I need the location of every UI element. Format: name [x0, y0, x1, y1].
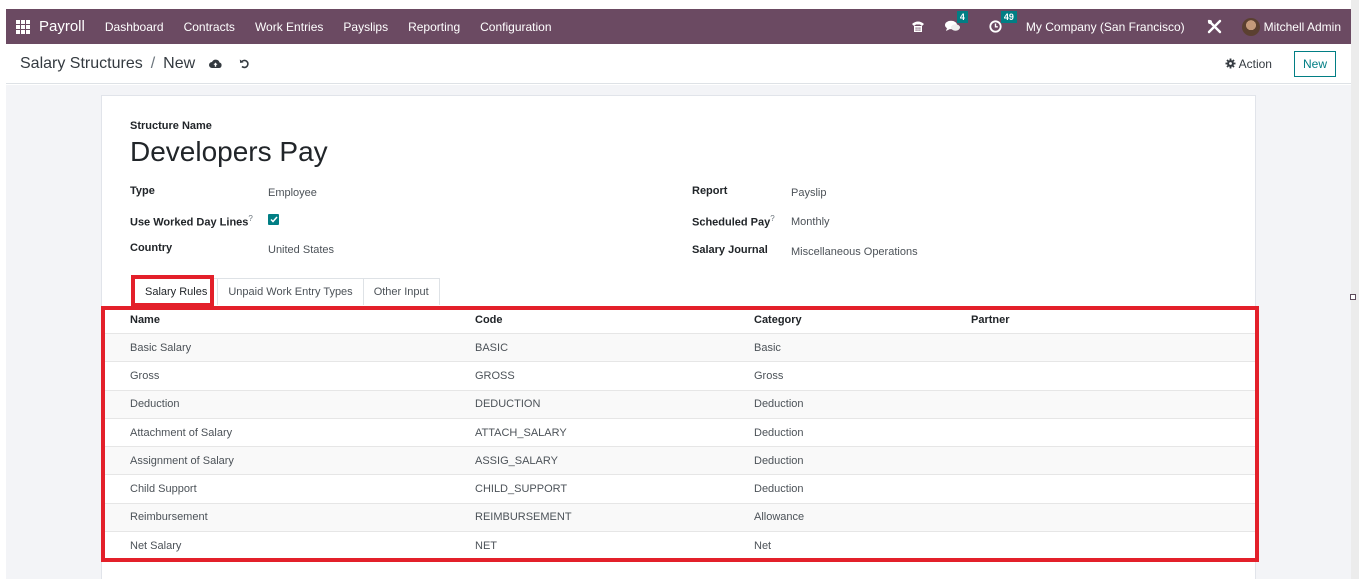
rule-name-cell: Child Support — [130, 483, 197, 496]
app-name[interactable]: Payroll — [39, 18, 85, 35]
table-header: Name Code Category Partner — [102, 306, 1255, 334]
column-header-partner[interactable]: Partner — [971, 314, 1255, 326]
salary-rules-table: Name Code Category Partner Basic Salary B… — [102, 306, 1255, 561]
new-button[interactable]: New — [1293, 50, 1336, 77]
user-menu[interactable]: Mitchell Admin — [1264, 20, 1341, 34]
rule-category-cell: Allowance — [754, 511, 805, 524]
rule-category-cell: Deduction — [754, 398, 804, 411]
rule-category-cell: Deduction — [754, 454, 804, 467]
company-switcher[interactable]: My Company (San Francisco) — [1026, 20, 1185, 34]
tab-unpaid-work-entry-types[interactable]: Unpaid Work Entry Types — [217, 278, 364, 305]
table-row[interactable]: Assignment of Salary ASSIG_SALARY Deductio… — [102, 447, 1255, 476]
structure-name-label: Structure Name — [130, 120, 212, 132]
messages-badge: 4 — [956, 11, 968, 23]
rule-code-cell: CHILD_SUPPORT — [475, 483, 568, 496]
column-header-code[interactable]: Code — [475, 314, 754, 326]
breadcrumb-separator: / — [150, 54, 156, 72]
user-avatar[interactable] — [1241, 17, 1260, 36]
rule-code-cell: NET — [475, 539, 497, 552]
report-label: Report — [692, 185, 728, 197]
chat-icon[interactable]: 4 — [944, 11, 968, 33]
menu-configuration[interactable]: Configuration — [470, 20, 561, 34]
rule-code-cell: REIMBURSEMENT — [475, 511, 572, 524]
rule-code-cell: DEDUCTION — [475, 398, 541, 411]
table-row[interactable]: Basic Salary BASIC Basic — [102, 334, 1255, 363]
country-field[interactable]: United States — [268, 244, 334, 256]
menu-work-entries[interactable]: Work Entries — [245, 20, 333, 34]
type-label: Type — [130, 185, 155, 197]
rule-category-cell: Net — [754, 539, 772, 552]
action-label: Action — [1238, 56, 1272, 71]
rule-name-cell: Assignment of Salary — [130, 454, 234, 467]
clock-activity-icon[interactable]: 49 — [989, 11, 1017, 33]
apps-menu-icon[interactable] — [16, 19, 30, 34]
report-field[interactable]: Payslip — [791, 187, 826, 199]
rule-category-cell: Deduction — [754, 483, 804, 496]
help-tooltip-icon[interactable]: ? — [770, 214, 774, 223]
notebook-tabs: Salary Rules Unpaid Work Entry Types Oth… — [134, 278, 440, 305]
rule-category-cell: Gross — [754, 369, 784, 382]
rule-code-cell: ATTACH_SALARY — [475, 426, 567, 439]
table-row[interactable]: Reimbursement REIMBURSEMENT Allowance — [102, 503, 1255, 533]
use-worked-day-lines-label: Use Worked Day Lines? — [130, 214, 253, 229]
rule-code-cell: ASSIG_SALARY — [475, 454, 558, 467]
salary-journal-field[interactable]: Miscellaneous Operations — [791, 246, 918, 258]
column-header-category[interactable]: Category — [754, 314, 971, 326]
breadcrumb-parent[interactable]: Salary Structures — [20, 55, 143, 73]
scheduled-pay-label: Scheduled Pay? — [692, 214, 775, 229]
activities-badge: 49 — [1000, 11, 1017, 23]
menu-contracts[interactable]: Contracts — [174, 20, 245, 34]
use-worked-day-lines-text: Use Worked Day Lines — [130, 216, 249, 229]
rule-name-cell: Attachment of Salary — [130, 426, 233, 439]
save-cloud-icon[interactable] — [209, 58, 222, 69]
page-scrollbar[interactable] — [1351, 0, 1359, 579]
form-view-background: Structure Name Developers Pay Type Emplo… — [6, 85, 1351, 579]
table-row[interactable]: Child Support CHILD_SUPPORT Deduction — [102, 475, 1255, 504]
check-icon — [269, 216, 278, 223]
rule-name-cell: Reimbursement — [130, 511, 208, 524]
breadcrumb: Salary Structures / New — [20, 55, 195, 73]
rule-code-cell: GROSS — [475, 369, 515, 382]
discard-undo-icon[interactable] — [239, 58, 250, 69]
scheduled-pay-text: Scheduled Pay — [692, 216, 771, 229]
menu-reporting[interactable]: Reporting — [398, 20, 470, 34]
menu-payslips[interactable]: Payslips — [333, 20, 398, 34]
tab-other-input[interactable]: Other Input — [362, 278, 440, 305]
structure-name-input[interactable]: Developers Pay — [130, 136, 328, 168]
tools-icon[interactable] — [1207, 19, 1222, 34]
action-button[interactable]: Action — [1225, 57, 1272, 71]
country-label: Country — [130, 242, 173, 254]
rule-name-cell: Net Salary — [130, 539, 182, 552]
control-panel: Salary Structures / New Action New — [6, 44, 1351, 84]
table-row[interactable]: Attachment of Salary ATTACH_SALARY Deducti… — [102, 419, 1255, 448]
rule-name-cell: Gross — [130, 369, 160, 382]
rule-name-cell: Deduction — [130, 398, 180, 411]
table-row[interactable]: Gross GROSS Gross — [102, 362, 1255, 391]
resize-handle — [1350, 294, 1356, 300]
help-tooltip-icon[interactable]: ? — [248, 214, 252, 223]
column-header-name[interactable]: Name — [102, 314, 475, 326]
breadcrumb-current: New — [163, 54, 196, 72]
table-row[interactable]: Deduction DEDUCTION Deduction — [102, 390, 1255, 419]
use-worked-day-lines-checkbox[interactable] — [268, 214, 279, 225]
main-navbar: Payroll Dashboard Contracts Work Entries… — [6, 9, 1351, 44]
rule-category-cell: Deduction — [754, 426, 804, 439]
phone-icon[interactable] — [911, 20, 925, 33]
rule-category-cell: Basic — [754, 341, 781, 354]
menu-dashboard[interactable]: Dashboard — [95, 20, 174, 34]
table-row[interactable]: Net Salary NET Net — [102, 532, 1255, 561]
tab-salary-rules[interactable]: Salary Rules — [134, 278, 219, 305]
rule-name-cell: Basic Salary — [130, 341, 192, 354]
salary-journal-label: Salary Journal — [692, 244, 768, 256]
form-sheet: Structure Name Developers Pay Type Emplo… — [101, 95, 1256, 579]
browser-top-strip — [0, 0, 1359, 9]
gear-icon — [1225, 58, 1236, 69]
type-field[interactable]: Employee — [268, 187, 317, 199]
rule-code-cell: BASIC — [475, 341, 509, 354]
scheduled-pay-field[interactable]: Monthly — [791, 216, 830, 228]
